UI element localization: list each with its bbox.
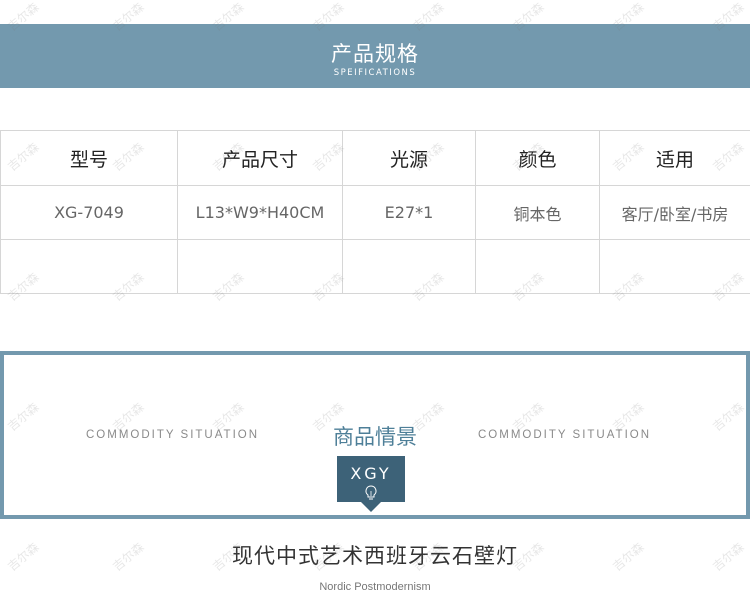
header-light-source: 光源	[342, 130, 476, 186]
header-model: 型号	[0, 130, 178, 186]
brand-badge: XGY	[337, 456, 405, 502]
header-size: 产品尺寸	[177, 130, 343, 186]
brand-badge-text: XGY	[350, 464, 392, 483]
header-application: 适用	[599, 130, 750, 186]
empty-cell	[342, 239, 476, 294]
banner-subtitle: SPEIFICATIONS	[333, 68, 417, 78]
table-row-empty	[0, 239, 750, 294]
empty-cell	[0, 239, 178, 294]
brand-badge-pointer	[361, 502, 381, 512]
table-header-row: 型号 产品尺寸 光源 颜色 适用	[0, 130, 750, 186]
spec-table: 型号 产品尺寸 光源 颜色 适用 XG-7049 L13*W9*H40CM E2…	[0, 130, 750, 294]
light-bulb-icon	[365, 485, 377, 500]
header-color: 颜色	[475, 130, 600, 186]
cell-model: XG-7049	[0, 185, 178, 240]
spec-banner: 产品规格 SPEIFICATIONS	[0, 24, 750, 88]
empty-cell	[177, 239, 343, 294]
cell-size: L13*W9*H40CM	[177, 185, 343, 240]
situation-label-right: COMMODITY SITUATION	[478, 429, 652, 441]
banner-title: 产品规格	[331, 42, 419, 66]
product-title: 现代中式艺术西班牙云石壁灯	[232, 544, 518, 568]
empty-cell	[599, 239, 750, 294]
cell-application: 客厅/卧室/书房	[599, 185, 750, 240]
cell-light-source: E27*1	[342, 185, 476, 240]
cell-color: 铜本色	[475, 185, 600, 240]
frame-bottom-line	[0, 515, 750, 519]
table-row: XG-7049 L13*W9*H40CM E27*1 铜本色 客厅/卧室/书房	[0, 185, 750, 240]
product-subtitle: Nordic Postmodernism	[319, 581, 431, 593]
empty-cell	[475, 239, 600, 294]
